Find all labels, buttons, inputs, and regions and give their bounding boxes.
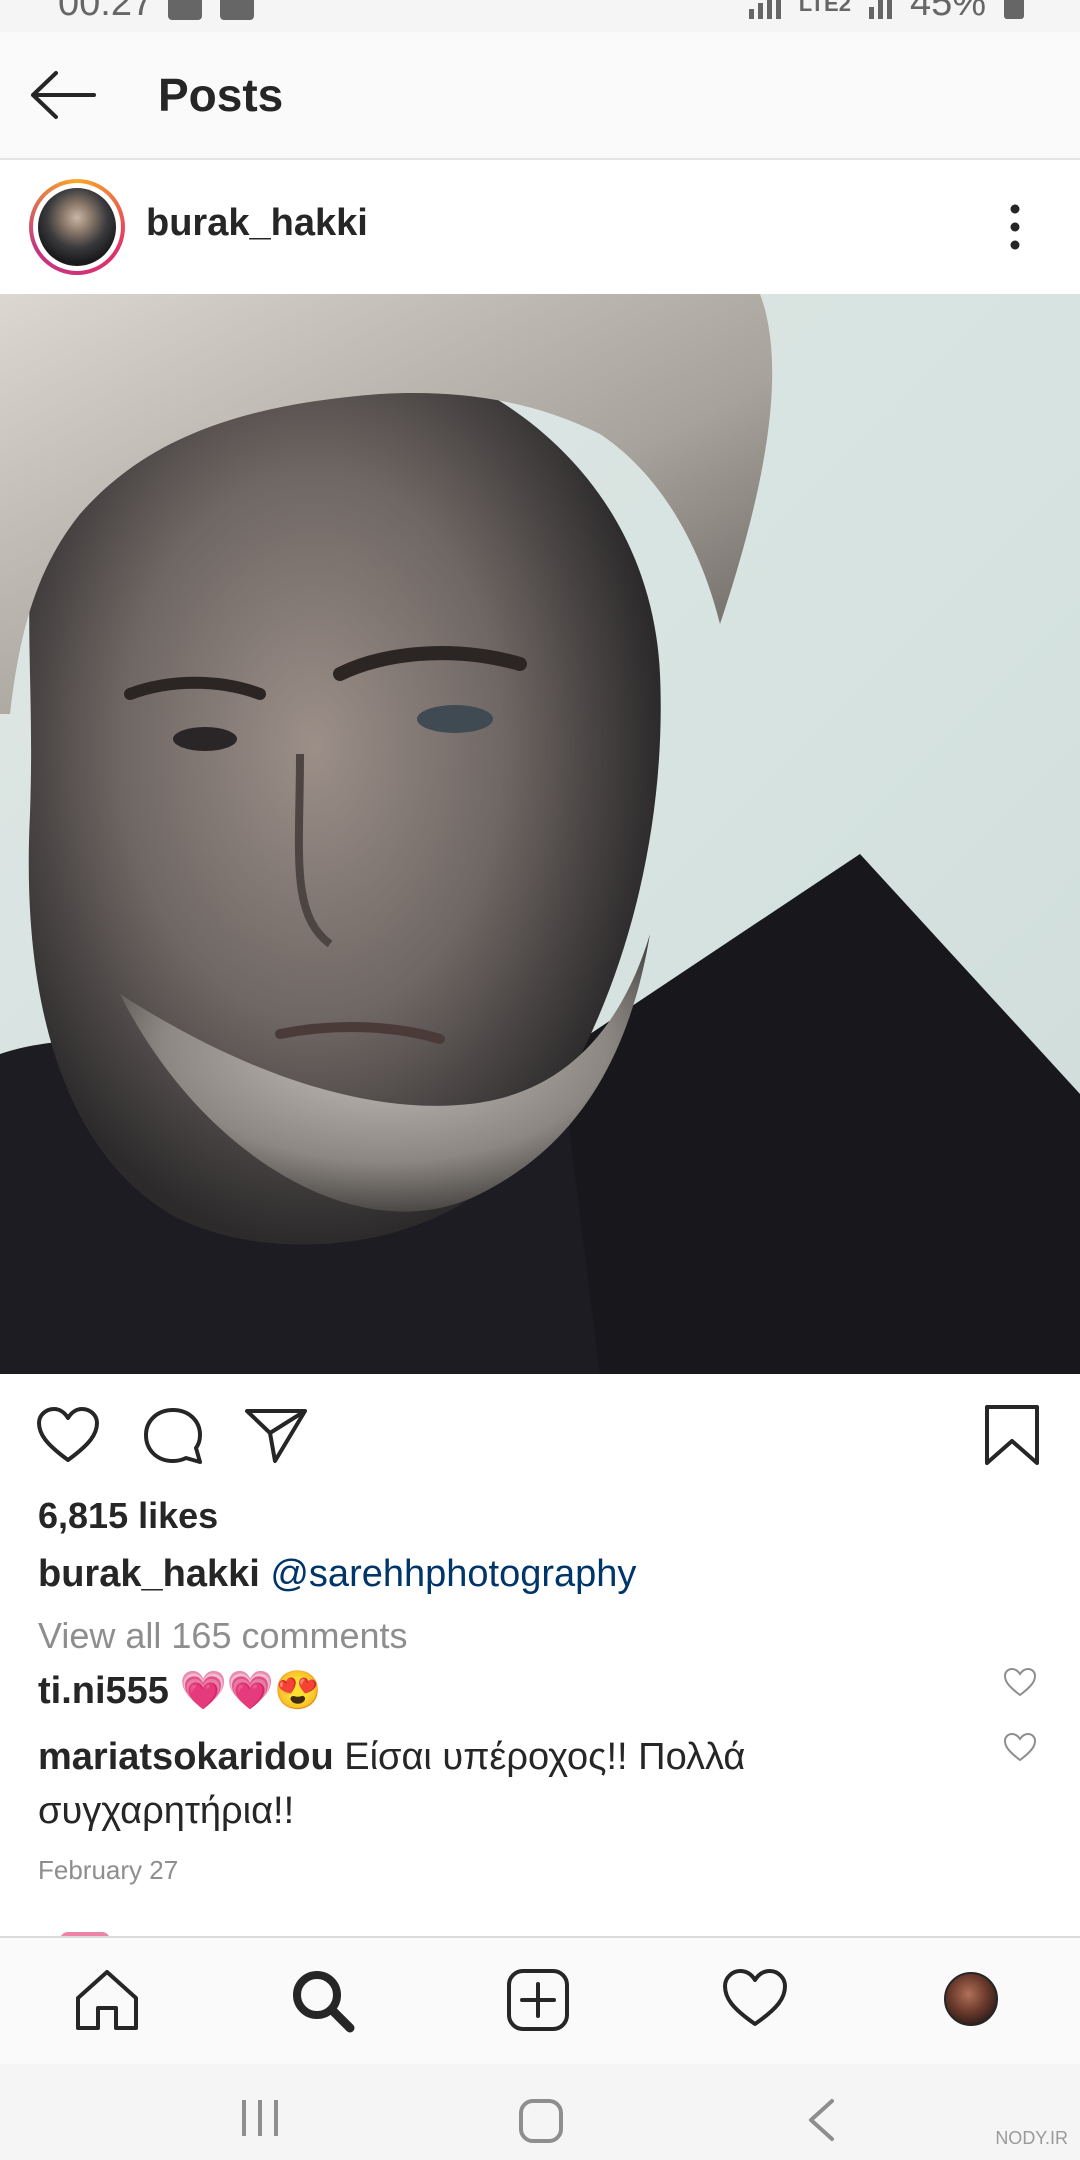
signal-icon [748, 0, 781, 19]
search-icon[interactable] [290, 1968, 356, 2034]
post-actions [0, 1374, 1080, 1504]
arrow-left-icon[interactable] [28, 70, 96, 120]
back-chevron-icon[interactable] [806, 2098, 836, 2142]
key-icon [168, 0, 202, 20]
comment-like-heart-icon[interactable] [1003, 1732, 1037, 1762]
vertical-dots-icon[interactable] [1000, 202, 1030, 252]
comment-like-heart-icon[interactable] [1003, 1667, 1037, 1697]
post-date: February 27 [38, 1855, 179, 1885]
comment-bubble-icon[interactable] [142, 1406, 204, 1466]
view-all-comments-link[interactable]: View all 165 comments [38, 1615, 408, 1657]
caption-mention[interactable]: @sarehhphotography [270, 1553, 636, 1595]
home-icon[interactable] [74, 1968, 140, 2032]
comment-item: ti.ni555 💗💗😍 [38, 1664, 978, 1718]
share-send-icon[interactable] [244, 1406, 308, 1464]
network-label: LTE2 [798, 0, 851, 16]
avatar-photo [38, 188, 116, 266]
post-image[interactable] [0, 294, 1080, 1374]
battery-icon [1004, 0, 1024, 19]
portrait-illustration [0, 294, 1080, 1374]
signal-2-icon [868, 0, 892, 19]
likes-count[interactable]: 6,815 likes [38, 1495, 218, 1537]
activity-heart-icon[interactable] [722, 1968, 788, 2028]
image-icon [220, 0, 254, 20]
battery-percent: 45% [909, 0, 986, 24]
comment-text: 💗💗😍 [179, 1670, 322, 1712]
status-notification-icons [168, 0, 254, 20]
comment-item: mariatsokaridou Είσαι υπέροχος!! Πολλά σ… [38, 1730, 978, 1838]
app-bar: Posts [0, 32, 1080, 160]
post-avatar[interactable] [29, 179, 125, 275]
status-right: LTE2 45% [748, 0, 1024, 25]
profile-avatar[interactable] [944, 1972, 998, 2026]
bottom-nav [0, 1936, 1080, 2064]
caption: burak_hakki @sarehhphotography [38, 1553, 636, 1596]
comment-username[interactable]: mariatsokaridou [38, 1736, 334, 1778]
post-username[interactable]: burak_hakki [146, 202, 368, 245]
bookmark-icon[interactable] [984, 1404, 1040, 1466]
page-title: Posts [158, 69, 284, 121]
comment-username[interactable]: ti.ni555 [38, 1670, 169, 1712]
recent-apps-icon[interactable] [238, 2098, 282, 2138]
like-heart-icon[interactable] [36, 1406, 100, 1464]
caption-username[interactable]: burak_hakki [38, 1553, 260, 1595]
post-header: burak_hakki [0, 162, 1080, 294]
status-bar: 00:27 LTE2 45% [0, 0, 1080, 32]
status-time: 00:27 [58, 0, 154, 24]
home-circle-icon[interactable] [518, 2098, 564, 2144]
watermark: NODY.IR [995, 2128, 1068, 2148]
add-post-icon[interactable] [506, 1968, 570, 2032]
